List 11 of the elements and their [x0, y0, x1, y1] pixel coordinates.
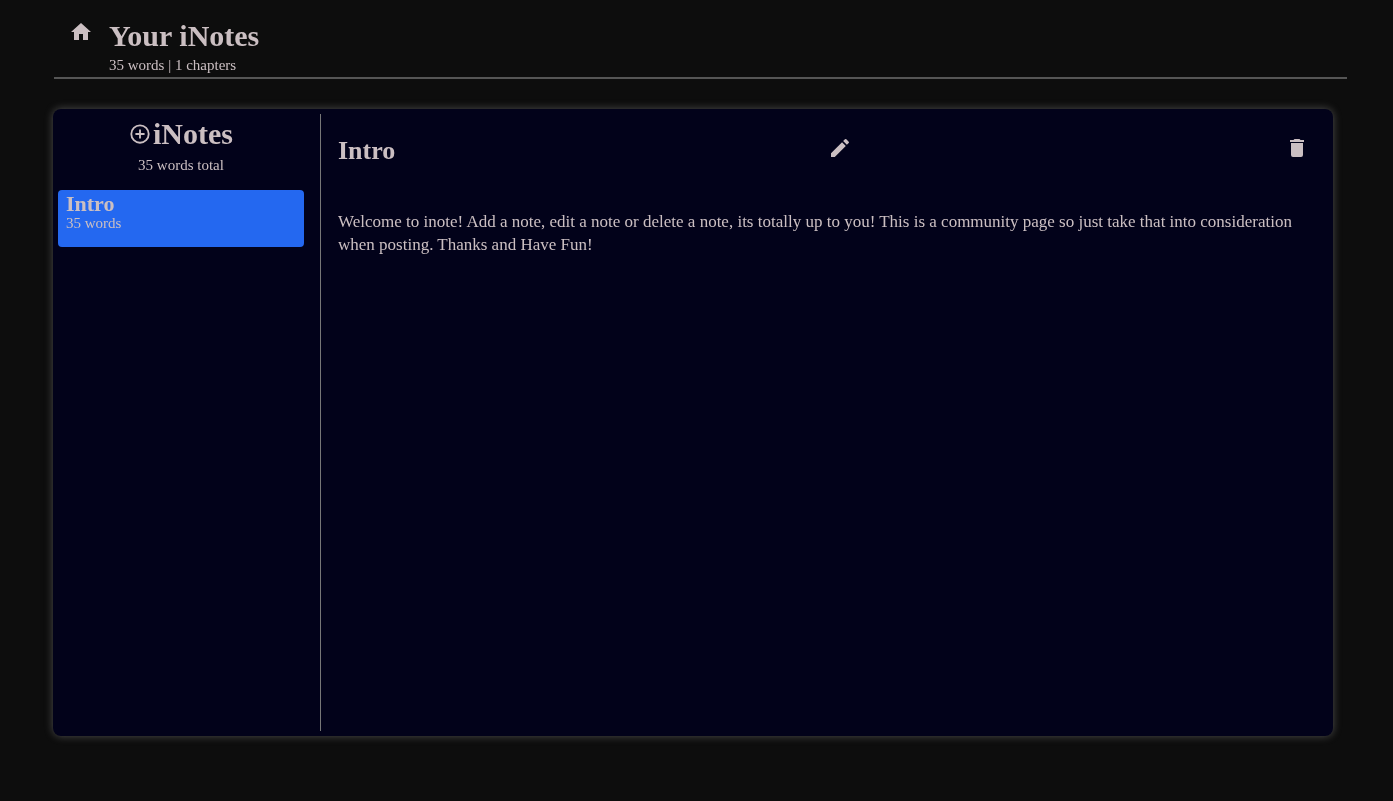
edit-icon[interactable] — [828, 136, 852, 160]
note-title: Intro — [66, 193, 116, 215]
note-heading: Intro — [338, 136, 397, 166]
note-body: Welcome to inote! Add a note, edit a note or delete a note, its totally up to you! This is a community page so just take that into consideration when posting. Thanks and Have Fun! — [338, 211, 1293, 256]
note-word-count: 35 words — [66, 215, 123, 232]
add-icon[interactable] — [129, 123, 151, 145]
note-item[interactable]: Intro 35 words — [58, 190, 304, 247]
page-title: Your iNotes — [109, 18, 260, 54]
total-word-count: 35 words total — [137, 157, 225, 174]
word-chapter-count: 35 words | 1 chapters — [109, 57, 238, 74]
sidebar-title: iNotes — [153, 116, 233, 152]
